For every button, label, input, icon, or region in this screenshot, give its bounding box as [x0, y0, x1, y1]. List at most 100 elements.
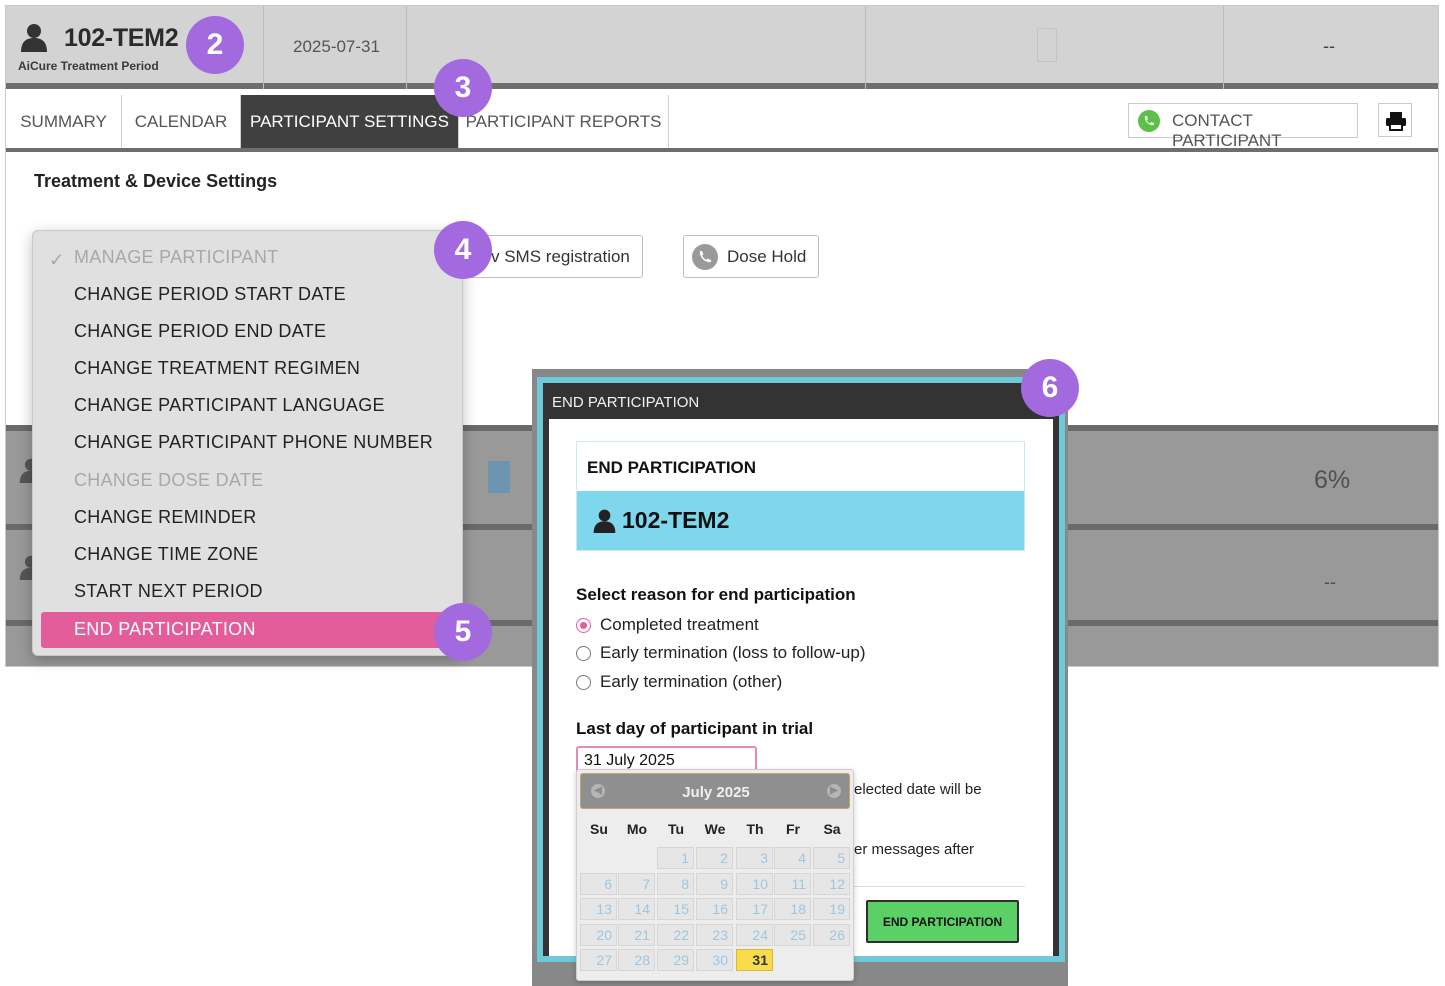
- dose-hold-button[interactable]: Dose Hold: [683, 235, 819, 278]
- radio-completed-treatment[interactable]: [576, 618, 591, 633]
- tab-calendar[interactable]: CALENDAR: [122, 95, 241, 148]
- user-icon: [593, 509, 616, 533]
- calendar-day[interactable]: 19: [813, 898, 850, 920]
- calendar-day[interactable]: 22: [657, 924, 694, 946]
- participant-id: 102-TEM2: [64, 24, 179, 52]
- menu-item-manage-participant: MANAGE PARTICIPANT: [74, 247, 279, 267]
- contact-participant-label: CONTACT PARTICIPANT: [1172, 111, 1282, 150]
- next-month-icon[interactable]: ▶: [827, 784, 841, 798]
- datepicker-month: July 2025: [682, 784, 750, 801]
- calendar-day[interactable]: 30: [696, 949, 733, 971]
- calendar-day[interactable]: 16: [696, 898, 733, 920]
- user-icon: [21, 24, 47, 52]
- status-cell: [866, 6, 1224, 89]
- datepicker: ◀ July 2025 ▶ Su Mo Tu We Th Fr Sa 12345…: [576, 769, 854, 981]
- card-title: END PARTICIPATION: [587, 458, 757, 477]
- weekday-label: Sa: [823, 821, 841, 837]
- calendar-day[interactable]: 21: [618, 924, 655, 946]
- tab-bar: SUMMARY CALENDAR PARTICIPANT SETTINGS PA…: [6, 95, 1438, 152]
- calendar-day[interactable]: 25: [774, 924, 811, 946]
- calendar-day[interactable]: 31: [736, 949, 773, 971]
- calendar-day[interactable]: 11: [774, 873, 811, 895]
- radio-completed-treatment-label: Completed treatment: [600, 615, 759, 634]
- radio-early-termination-other-label: Early termination (other): [600, 672, 783, 691]
- menu-item-start-next-period[interactable]: START NEXT PERIOD: [74, 581, 263, 602]
- radio-early-termination-loss-label: Early termination (loss to follow-up): [600, 643, 866, 662]
- divider: [849, 886, 1025, 887]
- calendar-day[interactable]: 14: [618, 898, 655, 920]
- reason-label: Select reason for end participation: [576, 585, 856, 604]
- calendar-day[interactable]: 3: [736, 847, 773, 869]
- dialog-title: END PARTICIPATION: [552, 394, 700, 411]
- tab-participant-reports[interactable]: PARTICIPANT REPORTS: [459, 95, 669, 148]
- weekday-label: Fr: [786, 821, 800, 837]
- calendar-day[interactable]: 4: [774, 847, 811, 869]
- calendar-day[interactable]: 18: [774, 898, 811, 920]
- period-label: AiCure Treatment Period: [18, 59, 159, 73]
- menu-item-change-participant-language[interactable]: CHANGE PARTICIPANT LANGUAGE: [74, 395, 385, 416]
- status-box: [1037, 28, 1057, 62]
- section-title: Treatment & Device Settings: [34, 171, 278, 191]
- calendar-day[interactable]: 20: [580, 924, 617, 946]
- tab-summary[interactable]: SUMMARY: [6, 95, 122, 148]
- sms-registration-label: v SMS registration: [491, 247, 630, 266]
- participant-card: END PARTICIPATION 102-TEM2: [576, 441, 1025, 551]
- calendar-day[interactable]: 17: [736, 898, 773, 920]
- hint-text-1: elected date will be: [854, 781, 982, 798]
- step-badge: 6: [1021, 359, 1079, 417]
- calendar-day[interactable]: 10: [736, 873, 773, 895]
- menu-item-change-reminder[interactable]: CHANGE REMINDER: [74, 507, 257, 528]
- tab-participant-settings[interactable]: PARTICIPANT SETTINGS: [241, 95, 459, 148]
- step-badge: 2: [186, 16, 244, 74]
- calendar-day[interactable]: 26: [813, 924, 850, 946]
- calendar-day[interactable]: 29: [657, 949, 694, 971]
- status-indicator: [488, 461, 510, 493]
- menu-item-change-participant-phone-number[interactable]: CHANGE PARTICIPANT PHONE NUMBER: [74, 432, 433, 453]
- calendar-day[interactable]: 6: [580, 873, 617, 895]
- calendar-day[interactable]: 27: [580, 949, 617, 971]
- calendar-day[interactable]: 24: [736, 924, 773, 946]
- step-badge: 5: [434, 603, 492, 661]
- menu-item-change-period-end-date[interactable]: CHANGE PERIOD END DATE: [74, 321, 326, 342]
- datepicker-header: ◀ July 2025 ▶: [580, 773, 850, 809]
- calendar-day[interactable]: 2: [696, 847, 733, 869]
- end-participation-button[interactable]: END PARTICIPATION: [866, 900, 1019, 943]
- calendar-day[interactable]: 15: [657, 898, 694, 920]
- dose-hold-label: Dose Hold: [727, 247, 807, 266]
- radio-early-termination-other[interactable]: [576, 675, 591, 690]
- adherence-dash: --: [1324, 572, 1336, 592]
- contact-participant-button[interactable]: CONTACT PARTICIPANT: [1128, 103, 1358, 150]
- calendar-day[interactable]: 13: [580, 898, 617, 920]
- card-participant-id: 102-TEM2: [622, 507, 730, 533]
- manage-participant-menu: ✓ MANAGE PARTICIPANT CHANGE PERIOD START…: [32, 230, 463, 656]
- calendar-day[interactable]: 1: [657, 847, 694, 869]
- calendar-day[interactable]: 9: [696, 873, 733, 895]
- adherence-value: --: [1323, 36, 1335, 56]
- date-cell: 2025-07-31: [264, 6, 407, 89]
- check-icon: ✓: [49, 250, 65, 270]
- menu-item-change-dose-date: CHANGE DOSE DATE: [74, 470, 264, 490]
- radio-early-termination-loss[interactable]: [576, 646, 591, 661]
- step-badge: 4: [434, 221, 492, 279]
- calendar-day[interactable]: 12: [813, 873, 850, 895]
- participant-band: 102-TEM2: [577, 491, 1024, 550]
- print-button[interactable]: [1378, 103, 1412, 137]
- calendar-day[interactable]: 8: [657, 873, 694, 895]
- period-date: 2025-07-31: [293, 37, 380, 56]
- calendar-day[interactable]: 28: [618, 949, 655, 971]
- last-day-label: Last day of participant in trial: [576, 719, 814, 738]
- weekday-label: Th: [746, 821, 764, 837]
- printer-icon: [1386, 112, 1406, 131]
- phone-icon: [1138, 110, 1160, 132]
- step-badge: 3: [434, 59, 492, 117]
- calendar-day[interactable]: 5: [813, 847, 850, 869]
- menu-item-change-period-start-date[interactable]: CHANGE PERIOD START DATE: [74, 284, 346, 305]
- weekday-label: Mo: [626, 821, 648, 837]
- menu-item-change-time-zone[interactable]: CHANGE TIME ZONE: [74, 544, 258, 565]
- calendar-day[interactable]: 7: [618, 873, 655, 895]
- calendar-day[interactable]: 23: [696, 924, 733, 946]
- adherence-percent: 6%: [1314, 466, 1351, 494]
- menu-item-end-participation-label: END PARTICIPATION: [74, 619, 256, 639]
- menu-item-end-participation[interactable]: END PARTICIPATION: [41, 612, 454, 648]
- menu-item-change-treatment-regimen[interactable]: CHANGE TREATMENT REGIMEN: [74, 358, 360, 379]
